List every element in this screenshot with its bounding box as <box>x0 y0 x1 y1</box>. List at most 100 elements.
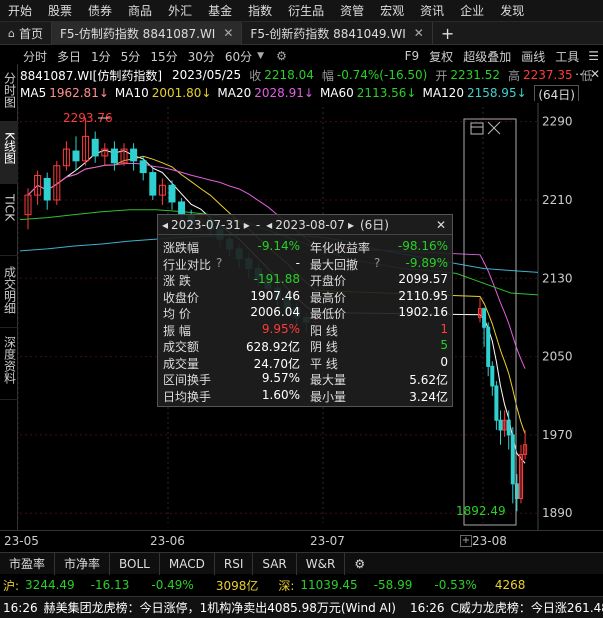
sh-label: 沪: <box>3 578 20 593</box>
days-badge[interactable]: (64日) <box>534 85 579 101</box>
adjust-button[interactable]: 复权 <box>424 48 458 65</box>
sidebar-trade-detail[interactable]: 成交明细 <box>0 256 18 328</box>
period-5min[interactable]: 5分 <box>116 48 146 65</box>
period-30min[interactable]: 30分 <box>183 48 220 65</box>
indicator-boll[interactable]: BOLL <box>110 552 160 575</box>
menu-lines-icon[interactable]: ☰ <box>588 49 599 63</box>
nav-right-icon[interactable]: ▸ <box>348 218 354 232</box>
tools-button[interactable]: 工具 <box>550 48 584 65</box>
menu-macro[interactable]: 宏观 <box>372 2 412 19</box>
period-multi-day[interactable]: 多日 <box>52 48 86 65</box>
indicator-pb[interactable]: 市净率 <box>55 552 111 575</box>
settings-icon[interactable]: ⚙ <box>276 49 287 63</box>
tab-generic-drug-index[interactable]: F5-仿制药指数 8841087.WI ✕ <box>52 21 243 45</box>
sidebar-depth-data[interactable]: 深度资料 <box>0 328 18 400</box>
tab-innovative-drug-index[interactable]: F5-创新药指数 8841049.WI ✕ <box>242 21 433 45</box>
stat-label: 最大量 <box>310 373 347 387</box>
close-icon[interactable]: ✕ <box>223 26 233 40</box>
nav-left-icon[interactable]: ◂ <box>162 218 168 232</box>
menu-bond[interactable]: 债券 <box>80 2 120 19</box>
menu-derivatives[interactable]: 衍生品 <box>280 2 332 19</box>
candle <box>24 188 32 230</box>
menu-news[interactable]: 资讯 <box>412 2 452 19</box>
sidebar-kline[interactable]: K线图 <box>0 122 18 184</box>
candle <box>490 361 495 396</box>
ma60-label: MA60 <box>319 86 354 100</box>
sh-index-value: 3244.49 <box>25 578 75 592</box>
overlay-button[interactable]: 超级叠加 <box>458 48 516 65</box>
close-icon[interactable]: ✕ <box>414 26 424 40</box>
close-label: 收 <box>249 68 262 83</box>
period-60min[interactable]: 60分 <box>220 48 257 65</box>
candle-body <box>110 148 118 164</box>
indicator-pe[interactable]: 市盈率 <box>0 552 56 575</box>
left-view-sidebar: 分时图 K线图 TICK 成交明细 深度资料 <box>0 64 18 550</box>
indicator-sar[interactable]: SAR <box>253 552 297 575</box>
date-to[interactable]: 2023-08-07 <box>275 218 345 232</box>
add-tab-button[interactable]: + <box>433 22 462 45</box>
candle <box>43 172 51 210</box>
period-1min[interactable]: 1分 <box>86 48 116 65</box>
x-tick-label: 23-05 <box>4 534 39 548</box>
stat-value: -9.89% <box>405 255 448 270</box>
candle <box>498 410 503 445</box>
menu-index[interactable]: 指数 <box>240 2 280 19</box>
expand-icon[interactable]: + <box>460 535 472 547</box>
menu-discover[interactable]: 发现 <box>492 2 532 19</box>
news-headline[interactable]: 赫美集团龙虎榜：今日涨停，1机构净卖出4085.98万元(Wind AI) <box>44 599 396 616</box>
date-from[interactable]: 2023-07-31 <box>171 218 241 232</box>
selection-close-icon[interactable] <box>487 121 501 135</box>
candle-body <box>494 385 499 421</box>
x-tick-label: 23-06 <box>150 534 185 548</box>
close-icon[interactable]: ✕ <box>590 67 600 81</box>
ma20-label: MA20 <box>217 86 252 100</box>
indicator-settings-icon[interactable]: ⚙ <box>345 553 374 575</box>
news-headline[interactable]: C威力龙虎榜：今日涨261.48% <box>451 599 603 616</box>
f9-button[interactable]: F9 <box>400 49 425 63</box>
sh-index-pct: -0.49% <box>151 578 194 592</box>
menu-asset-mgmt[interactable]: 资管 <box>332 2 372 19</box>
stat-value: 1902.16 <box>398 305 448 319</box>
candle <box>158 178 166 205</box>
stat-label: 行业对比 <box>163 257 212 272</box>
stat-value: 24.70亿 <box>253 356 300 371</box>
menu-stock[interactable]: 股票 <box>40 2 80 19</box>
help-icon[interactable]: ? <box>374 256 380 270</box>
security-code: 8841087.WI[仿制药指数] <box>20 68 163 83</box>
help-icon[interactable]: ? <box>216 256 222 270</box>
stat-label: 年化收益率 <box>310 241 371 255</box>
open-label: 开 <box>435 68 448 83</box>
tab-home[interactable]: ⌂ 首页 <box>0 21 52 45</box>
sidebar-tick[interactable]: TICK <box>0 184 18 256</box>
quote-info-line: 8841087.WI[仿制药指数] 2023/05/25 收 2218.04 幅… <box>20 67 603 83</box>
stat-value: 628.92亿 <box>246 340 300 354</box>
menu-enterprise[interactable]: 企业 <box>452 2 492 19</box>
draw-line-button[interactable]: 画线 <box>516 48 550 65</box>
y-tick-label: 2210 <box>542 193 573 207</box>
menu-forex[interactable]: 外汇 <box>160 2 200 19</box>
period-intraday[interactable]: 分时 <box>18 48 52 65</box>
options-icon[interactable]: ⋯ <box>575 67 587 81</box>
candle-body <box>130 148 138 162</box>
indicator-wr[interactable]: W&R <box>297 552 346 575</box>
stat-label: 阳 线 <box>310 323 338 338</box>
candle <box>120 143 128 166</box>
nav-left-icon[interactable]: ◂ <box>266 218 272 232</box>
close-icon[interactable]: ✕ <box>436 218 446 232</box>
stat-label: 最大回撤 <box>310 257 359 272</box>
menu-fund[interactable]: 基金 <box>200 2 240 19</box>
candle <box>482 307 487 347</box>
stat-value: 1.60% <box>261 387 300 402</box>
menu-start[interactable]: 开始 <box>0 2 40 19</box>
news-ticker[interactable]: 16:26 赫美集团龙虎榜：今日涨停，1机构净卖出4085.98万元(Wind … <box>0 596 603 618</box>
sidebar-intraday[interactable]: 分时图 <box>0 64 18 122</box>
indicator-rsi[interactable]: RSI <box>215 552 254 575</box>
candle-body <box>43 177 51 201</box>
stat-label: 均 价 <box>163 307 191 321</box>
period-15min[interactable]: 15分 <box>145 48 182 65</box>
chevron-down-icon[interactable]: ▼ <box>257 51 264 61</box>
menu-commodity[interactable]: 商品 <box>120 2 160 19</box>
nav-right-icon[interactable]: ▸ <box>244 218 250 232</box>
selection-maximize-icon[interactable] <box>470 122 484 135</box>
indicator-macd[interactable]: MACD <box>160 552 215 575</box>
